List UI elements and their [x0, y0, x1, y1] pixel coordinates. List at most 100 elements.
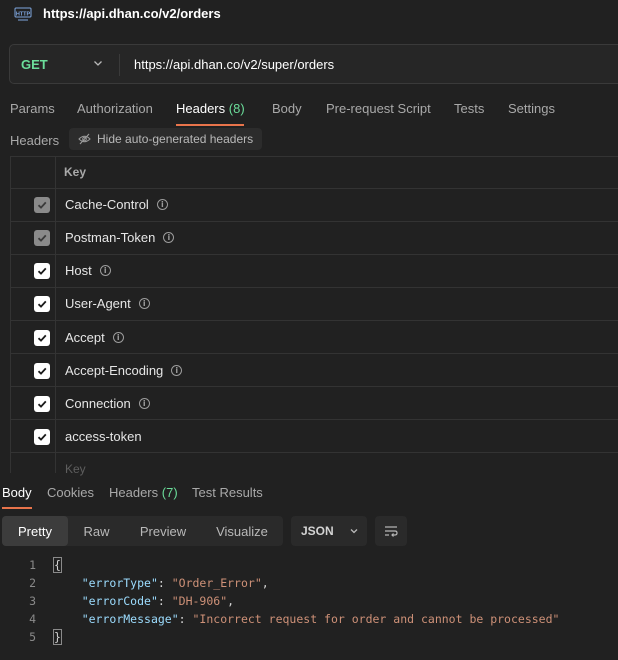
- tab-authorization[interactable]: Authorization: [77, 101, 153, 116]
- row-divider: [10, 452, 618, 453]
- info-icon[interactable]: i: [163, 232, 175, 243]
- response-tab-body[interactable]: Body: [2, 485, 32, 500]
- header-key-access-token[interactable]: access-token: [65, 429, 142, 444]
- row-divider: [10, 254, 618, 255]
- header-key-text: Postman-Token: [65, 230, 156, 245]
- code-token: }: [53, 629, 62, 645]
- tab-label: Body: [272, 101, 302, 116]
- json-string: "Incorrect request for order and cannot …: [192, 612, 560, 626]
- format-select[interactable]: JSON: [291, 516, 367, 546]
- json-string: "Order_Error": [171, 576, 262, 590]
- headers-section-label: Headers: [10, 133, 60, 148]
- method-select[interactable]: GET: [21, 57, 48, 72]
- response-tab-test-results[interactable]: Test Results: [192, 485, 263, 500]
- header-key-text: Connection: [65, 396, 131, 411]
- tab-label: Settings: [508, 101, 555, 116]
- tab-label: Headers: [109, 485, 159, 500]
- header-key-text: Accept-Encoding: [65, 363, 164, 378]
- hide-auto-headers-button[interactable]: Hide auto-generated headers: [69, 128, 263, 150]
- wrap-lines-icon: [385, 526, 398, 537]
- header-key-accept-encoding[interactable]: Accept-Encoding i: [65, 363, 183, 378]
- json-string: "DH-906": [171, 594, 228, 608]
- header-key-user-agent[interactable]: User-Agent i: [65, 296, 150, 311]
- tab-label: Body: [2, 485, 32, 500]
- line-number: 2: [29, 576, 36, 590]
- tab-label: Tests: [454, 101, 485, 116]
- header-key-cache-control[interactable]: Cache-Control i: [65, 197, 168, 212]
- request-title[interactable]: https://api.dhan.co/v2/orders: [43, 6, 221, 21]
- checkbox-column-divider: [55, 156, 56, 473]
- response-tab-cookies[interactable]: Cookies: [47, 485, 94, 500]
- header-checkbox-cache-control[interactable]: [34, 197, 50, 213]
- response-tab-headers[interactable]: Headers (7): [109, 485, 178, 500]
- checkbox-icon: [37, 400, 47, 408]
- active-response-tab-indicator: [2, 507, 32, 509]
- code-line: "errorType": "Order_Error",: [54, 576, 269, 590]
- tab-headers[interactable]: Headers (8): [176, 101, 245, 116]
- header-key-postman-token[interactable]: Postman-Token i: [65, 230, 175, 245]
- header-checkbox-connection[interactable]: [34, 396, 50, 412]
- header-checkbox-accept-encoding[interactable]: [34, 363, 50, 379]
- header-key-host[interactable]: Host i: [65, 263, 111, 278]
- code-token: ,: [261, 576, 269, 590]
- header-checkbox-user-agent[interactable]: [34, 296, 50, 312]
- info-icon[interactable]: i: [156, 199, 168, 210]
- info-icon[interactable]: i: [171, 365, 183, 376]
- header-checkbox-host[interactable]: [34, 263, 50, 279]
- header-checkbox-access-token[interactable]: [34, 429, 50, 445]
- wrap-lines-button[interactable]: [375, 516, 407, 546]
- tab-settings[interactable]: Settings: [508, 101, 555, 116]
- code-token: :: [157, 576, 172, 590]
- tab-label: Authorization: [77, 101, 153, 116]
- view-raw-button[interactable]: Raw: [68, 516, 125, 546]
- view-pretty-button[interactable]: Pretty: [2, 516, 68, 546]
- tab-body[interactable]: Body: [272, 101, 302, 116]
- row-divider: [10, 419, 618, 420]
- checkbox-icon: [37, 234, 47, 242]
- row-divider: [10, 287, 618, 288]
- json-key: "errorType": [81, 576, 158, 590]
- json-key: "errorCode": [81, 594, 158, 608]
- header-checkbox-postman-token[interactable]: [34, 230, 50, 246]
- row-divider: [10, 221, 618, 222]
- header-key-text: User-Agent: [65, 296, 131, 311]
- view-preview-button[interactable]: Preview: [125, 516, 201, 546]
- code-token: :: [178, 612, 193, 626]
- checkbox-icon: [37, 201, 47, 209]
- row-divider: [10, 353, 618, 354]
- info-icon[interactable]: i: [112, 332, 124, 343]
- tab-label: Cookies: [47, 485, 94, 500]
- checkbox-icon: [37, 267, 47, 275]
- tab-pre-request-script[interactable]: Pre-request Script: [326, 101, 431, 116]
- row-divider: [10, 386, 618, 387]
- info-icon[interactable]: i: [138, 398, 150, 409]
- header-key-text: Accept: [65, 330, 105, 345]
- header-key-accept[interactable]: Accept i: [65, 330, 124, 345]
- line-number: 5: [29, 630, 36, 644]
- header-checkbox-accept[interactable]: [34, 330, 50, 346]
- tab-tests[interactable]: Tests: [454, 101, 484, 116]
- eye-off-icon: [78, 133, 91, 145]
- code-line: }: [53, 629, 62, 645]
- info-icon[interactable]: i: [138, 298, 150, 309]
- checkbox-icon: [37, 433, 47, 441]
- view-visualize-button[interactable]: Visualize: [201, 516, 283, 546]
- tab-params[interactable]: Params: [10, 101, 55, 116]
- chevron-down-icon[interactable]: [91, 56, 105, 70]
- chevron-down-icon: [350, 529, 358, 534]
- header-key-text: Host: [65, 263, 92, 278]
- hide-auto-headers-label: Hide auto-generated headers: [97, 132, 254, 146]
- code-line: {: [53, 557, 62, 573]
- info-icon[interactable]: i: [99, 265, 111, 276]
- checkbox-icon: [37, 334, 47, 342]
- line-number: 1: [29, 558, 36, 572]
- new-header-key-input[interactable]: Key: [65, 462, 86, 476]
- code-token: :: [157, 594, 172, 608]
- checkbox-icon: [37, 300, 47, 308]
- header-key-connection[interactable]: Connection i: [65, 396, 150, 411]
- url-input[interactable]: https://api.dhan.co/v2/super/orders: [134, 57, 334, 72]
- tab-count-badge: (7): [161, 485, 178, 500]
- tab-label: Pre-request Script: [326, 101, 431, 116]
